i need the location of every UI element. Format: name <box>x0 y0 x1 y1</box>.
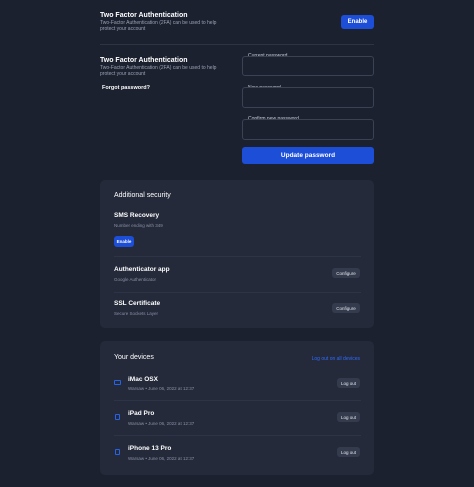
logout-device-button[interactable]: Log out <box>337 378 360 388</box>
security-divider <box>114 292 361 293</box>
additional-security-card: Additional security SMS Recovery Number … <box>100 180 374 328</box>
enable-sms-button[interactable]: Enable <box>114 236 134 247</box>
sms-recovery-subtitle: Number ending with 349 <box>114 223 163 228</box>
enable-2fa-button[interactable]: Enable <box>341 15 374 29</box>
sms-recovery-title: SMS Recovery <box>114 212 160 219</box>
password-section-title: Two Factor Authentication <box>100 57 188 64</box>
device-name: iPhone 13 Pro <box>128 445 172 452</box>
device-divider <box>114 400 361 401</box>
password-section-description-line2: protect your account <box>100 71 146 77</box>
logout-all-devices-link[interactable]: Log out on all devices <box>312 356 360 362</box>
two-factor-description-line2: protect your account <box>100 26 146 32</box>
security-divider <box>114 256 361 257</box>
section-divider <box>100 44 374 45</box>
logout-device-button[interactable]: Log out <box>337 412 360 422</box>
authenticator-subtitle: Google Authenticator <box>114 277 157 282</box>
phone-icon <box>115 449 120 455</box>
two-factor-title: Two Factor Authentication <box>100 12 188 19</box>
current-password-field[interactable] <box>242 56 374 76</box>
device-divider <box>114 435 361 436</box>
desktop-icon <box>114 380 121 385</box>
confirm-password-field[interactable] <box>242 119 374 140</box>
device-detail: Warsaw • June 06, 2022 at 12:37 <box>128 386 195 391</box>
device-name: iPad Pro <box>128 410 155 417</box>
ssl-certificate-subtitle: Secure Sockets Layer <box>114 311 159 316</box>
devices-title: Your devices <box>114 354 154 361</box>
forgot-password-link[interactable]: Forgot password? <box>102 85 150 91</box>
device-detail: Warsaw • June 06, 2022 at 12:37 <box>128 421 195 426</box>
two-factor-description: Two-Factor Authentication (2FA) can be u… <box>100 20 216 32</box>
authenticator-title: Authenticator app <box>114 266 170 273</box>
password-section-description: Two-Factor Authentication (2FA) can be u… <box>100 65 216 77</box>
devices-card: Your devices Log out on all devices iMac… <box>100 341 374 475</box>
device-name: iMac OSX <box>128 376 158 383</box>
new-password-field[interactable] <box>242 87 374 108</box>
additional-security-title: Additional security <box>114 192 171 199</box>
update-password-button[interactable]: Update password <box>242 147 374 164</box>
logout-device-button[interactable]: Log out <box>337 447 360 457</box>
ssl-certificate-title: SSL Certificate <box>114 300 161 307</box>
tablet-icon <box>115 414 120 420</box>
device-detail: Warsaw • June 06, 2022 at 12:37 <box>128 456 195 461</box>
configure-ssl-button[interactable]: Configure <box>332 303 360 313</box>
configure-authenticator-button[interactable]: Configure <box>332 268 360 278</box>
